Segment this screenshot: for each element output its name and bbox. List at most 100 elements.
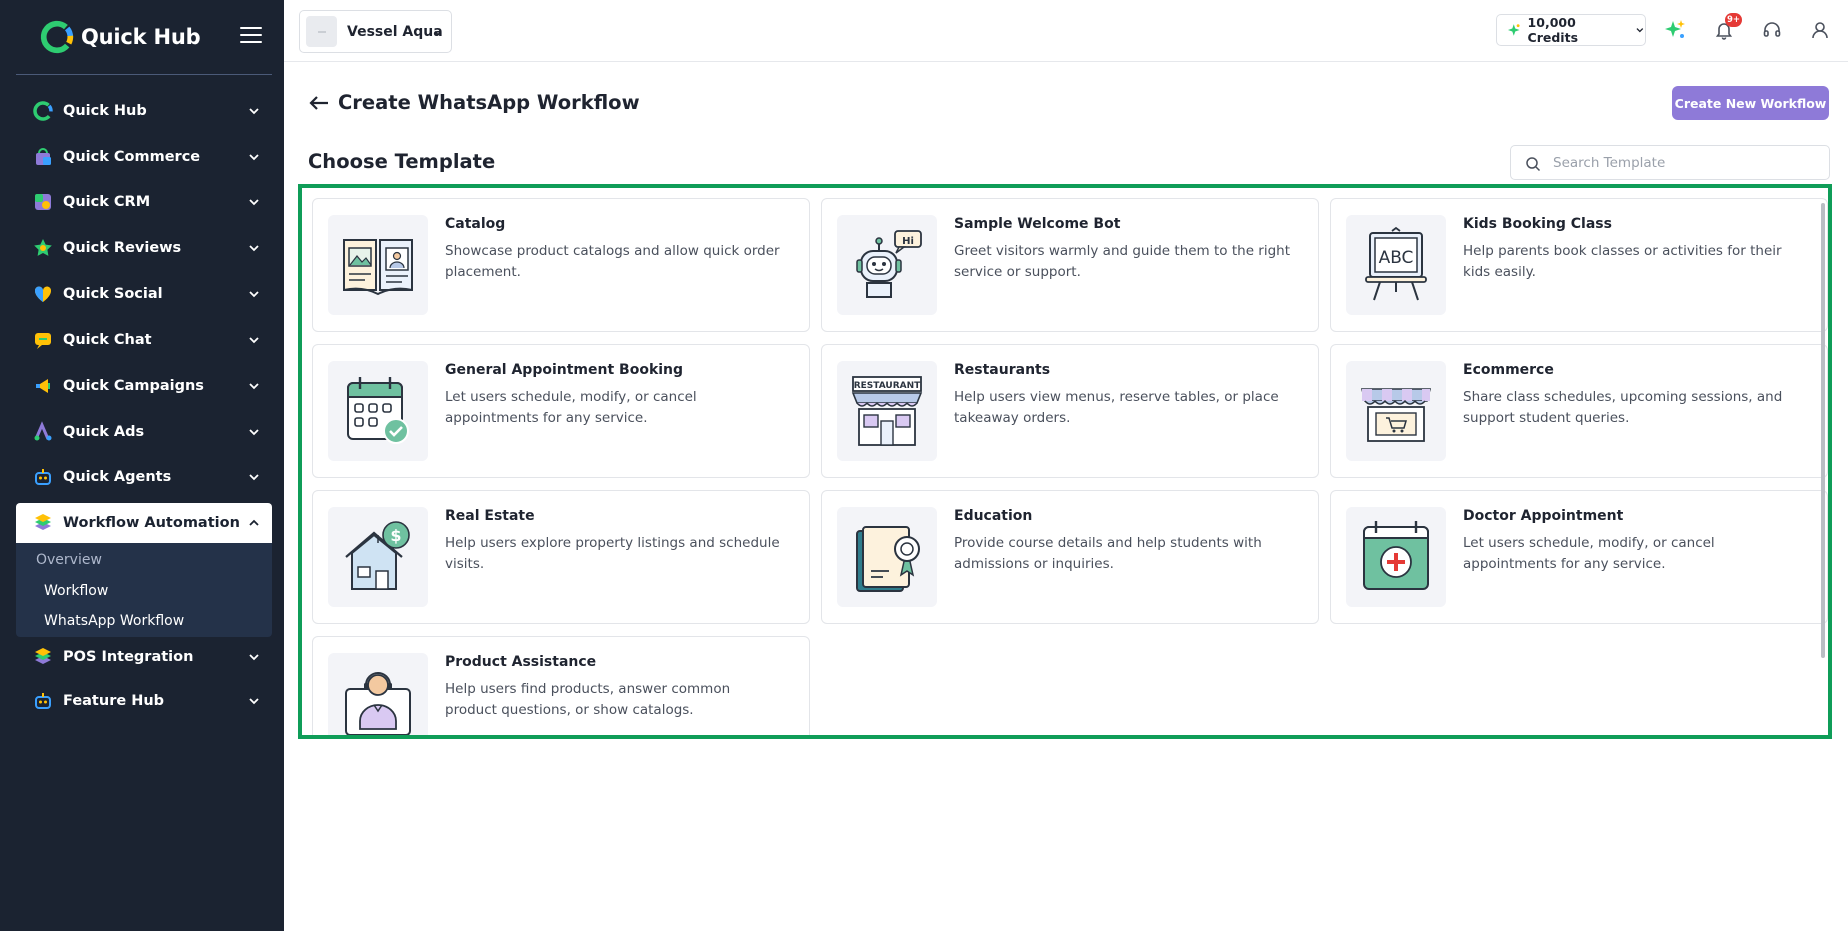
sidebar-item-quick-commerce[interactable]: Quick Commerce (16, 137, 272, 177)
sidebar-item-feature-hub[interactable]: Feature Hub (16, 681, 272, 721)
sidebar-item-label: Quick Ads (63, 424, 145, 440)
store-avatar (306, 16, 337, 47)
chevron-down-icon (249, 429, 259, 436)
sidebar-item-quick-hub[interactable]: Quick Hub (16, 91, 272, 131)
svg-text:Hi: Hi (902, 236, 914, 247)
page-title: Create WhatsApp Workflow (338, 91, 640, 114)
template-card-doctor-appointment[interactable]: Doctor Appointment Let users schedule, m… (1330, 490, 1828, 624)
sidebar-item-label: Quick CRM (63, 194, 151, 210)
template-description: Help users view menus, reserve tables, o… (954, 389, 1279, 426)
template-description: Help users explore property listings and… (445, 535, 780, 572)
template-card-catalog[interactable]: Catalog Showcase product catalogs and al… (312, 198, 810, 332)
sidebar-item-workflow-automation[interactable]: Workflow Automation (16, 503, 272, 543)
search-icon (1526, 157, 1541, 172)
create-new-workflow-button[interactable]: Create New Workflow (1672, 86, 1829, 120)
template-description: Provide course details and help students… (954, 535, 1262, 572)
scrollbar[interactable] (1821, 203, 1825, 658)
credits-label: 10,000 Credits (1527, 15, 1579, 45)
sidebar-item-pos-integration[interactable]: POS Integration (16, 637, 272, 677)
feature-icon (31, 689, 55, 713)
ads-icon (31, 420, 55, 444)
sidebar-item-label: Quick Hub (63, 103, 147, 119)
template-card-ecommerce[interactable]: Ecommerce Share class schedules, upcomin… (1330, 344, 1828, 478)
sidebar-divider (16, 74, 272, 75)
chat-icon (31, 328, 55, 352)
submenu-item-overview[interactable]: Overview (36, 552, 102, 568)
template-card-real-estate[interactable]: $ Real Estate Help users explore propert… (312, 490, 810, 624)
hamburger-menu-icon[interactable] (240, 27, 262, 45)
template-description: Let users schedule, modify, or cancel ap… (445, 389, 697, 426)
chevron-down-icon (249, 291, 259, 298)
sidebar-item-quick-reviews[interactable]: Quick Reviews (16, 228, 272, 268)
search-template-input[interactable] (1553, 146, 1823, 179)
template-card-general-appointment-booking[interactable]: General Appointment Booking Let users sc… (312, 344, 810, 478)
storefront-cart-icon (1346, 361, 1446, 461)
chevron-down-icon (249, 154, 259, 161)
template-description: Share class schedules, upcoming sessions… (1463, 389, 1783, 426)
brand-name: Quick Hub (81, 25, 201, 49)
template-card-product-assistance[interactable]: Product Assistance Help users find produ… (312, 636, 810, 735)
top-bar: Vessel Aqua 10,000 Credits 9+ (284, 0, 1848, 62)
restaurant-icon: RESTAURANT (837, 361, 937, 461)
shopping-bag-icon (31, 145, 55, 169)
template-title: Education (954, 508, 1033, 524)
submenu-item-workflow[interactable]: Workflow (44, 583, 108, 599)
chevron-down-icon (249, 337, 259, 344)
back-arrow-icon[interactable] (306, 90, 332, 116)
notification-badge: 9+ (1725, 13, 1743, 27)
sidebar-item-quick-social[interactable]: Quick Social (16, 274, 272, 314)
template-card-sample-welcome-bot[interactable]: Hi Sample Welcome Bot Greet visitors war… (821, 198, 1319, 332)
sidebar-item-quick-ads[interactable]: Quick Ads (16, 412, 272, 452)
template-card-kids-booking-class[interactable]: ABC Kids Booking Class Help parents book… (1330, 198, 1828, 332)
chevron-down-icon (249, 698, 259, 705)
headset-support-icon[interactable] (1760, 18, 1784, 42)
sidebar-item-quick-agents[interactable]: Quick Agents (16, 457, 272, 497)
template-description: Showcase product catalogs and allow quic… (445, 243, 780, 280)
section-title: Choose Template (308, 150, 496, 173)
chevron-down-icon (434, 31, 442, 36)
store-selector[interactable]: Vessel Aqua (299, 10, 452, 53)
sidebar-item-quick-crm[interactable]: Quick CRM (16, 182, 272, 222)
user-profile-icon[interactable] (1808, 18, 1832, 42)
template-card-restaurants[interactable]: RESTAURANT Restaurants Help users view m… (821, 344, 1319, 478)
sidebar-item-label: Quick Chat (63, 332, 152, 348)
sparkle-icon (1507, 24, 1520, 36)
chevron-down-icon (249, 383, 259, 390)
sidebar-item-quick-campaigns[interactable]: Quick Campaigns (16, 366, 272, 406)
template-title: Ecommerce (1463, 362, 1554, 378)
submenu-item-whatsapp-workflow[interactable]: WhatsApp Workflow (44, 613, 184, 629)
sidebar-item-quick-chat[interactable]: Quick Chat (16, 320, 272, 360)
sidebar-item-label: Quick Social (63, 286, 163, 302)
sidebar-item-label: Feature Hub (63, 693, 165, 709)
template-title: Sample Welcome Bot (954, 216, 1121, 232)
quick-hub-icon (31, 99, 55, 123)
ai-sparkle-icon[interactable] (1663, 18, 1687, 42)
template-title: Catalog (445, 216, 506, 232)
credits-dropdown[interactable]: 10,000 Credits (1496, 14, 1646, 46)
chevron-down-icon (249, 108, 259, 115)
medical-calendar-icon (1346, 507, 1446, 607)
sidebar-item-label: POS Integration (63, 649, 194, 665)
template-card-education[interactable]: Education Provide course details and hel… (821, 490, 1319, 624)
sidebar: Quick Hub Quick Hub Quick Commerce Quick… (0, 0, 284, 931)
heart-icon (31, 282, 55, 306)
template-description: Greet visitors warmly and guide them to … (954, 243, 1291, 280)
sidebar-item-label: Workflow Automation (63, 515, 240, 531)
calendar-check-icon (328, 361, 428, 461)
svg-text:$: $ (390, 526, 401, 545)
template-description: Let users schedule, modify, or cancel ap… (1463, 535, 1715, 572)
brand-logo[interactable]: Quick Hub (38, 18, 201, 56)
robot-icon (31, 465, 55, 489)
chevron-down-icon (249, 245, 259, 252)
template-description: Help users find products, answer common … (445, 681, 731, 718)
template-title: Product Assistance (445, 654, 597, 670)
notification-bell-icon[interactable]: 9+ (1712, 13, 1743, 42)
chevron-down-icon (1636, 28, 1644, 33)
workflow-submenu: Overview Workflow WhatsApp Workflow (16, 543, 272, 637)
svg-text:RESTAURANT: RESTAURANT (854, 381, 921, 391)
pos-icon (31, 645, 55, 669)
template-title: Doctor Appointment (1463, 508, 1624, 524)
crm-icon (31, 190, 55, 214)
search-template-box (1510, 145, 1830, 180)
chevron-down-icon (249, 474, 259, 481)
